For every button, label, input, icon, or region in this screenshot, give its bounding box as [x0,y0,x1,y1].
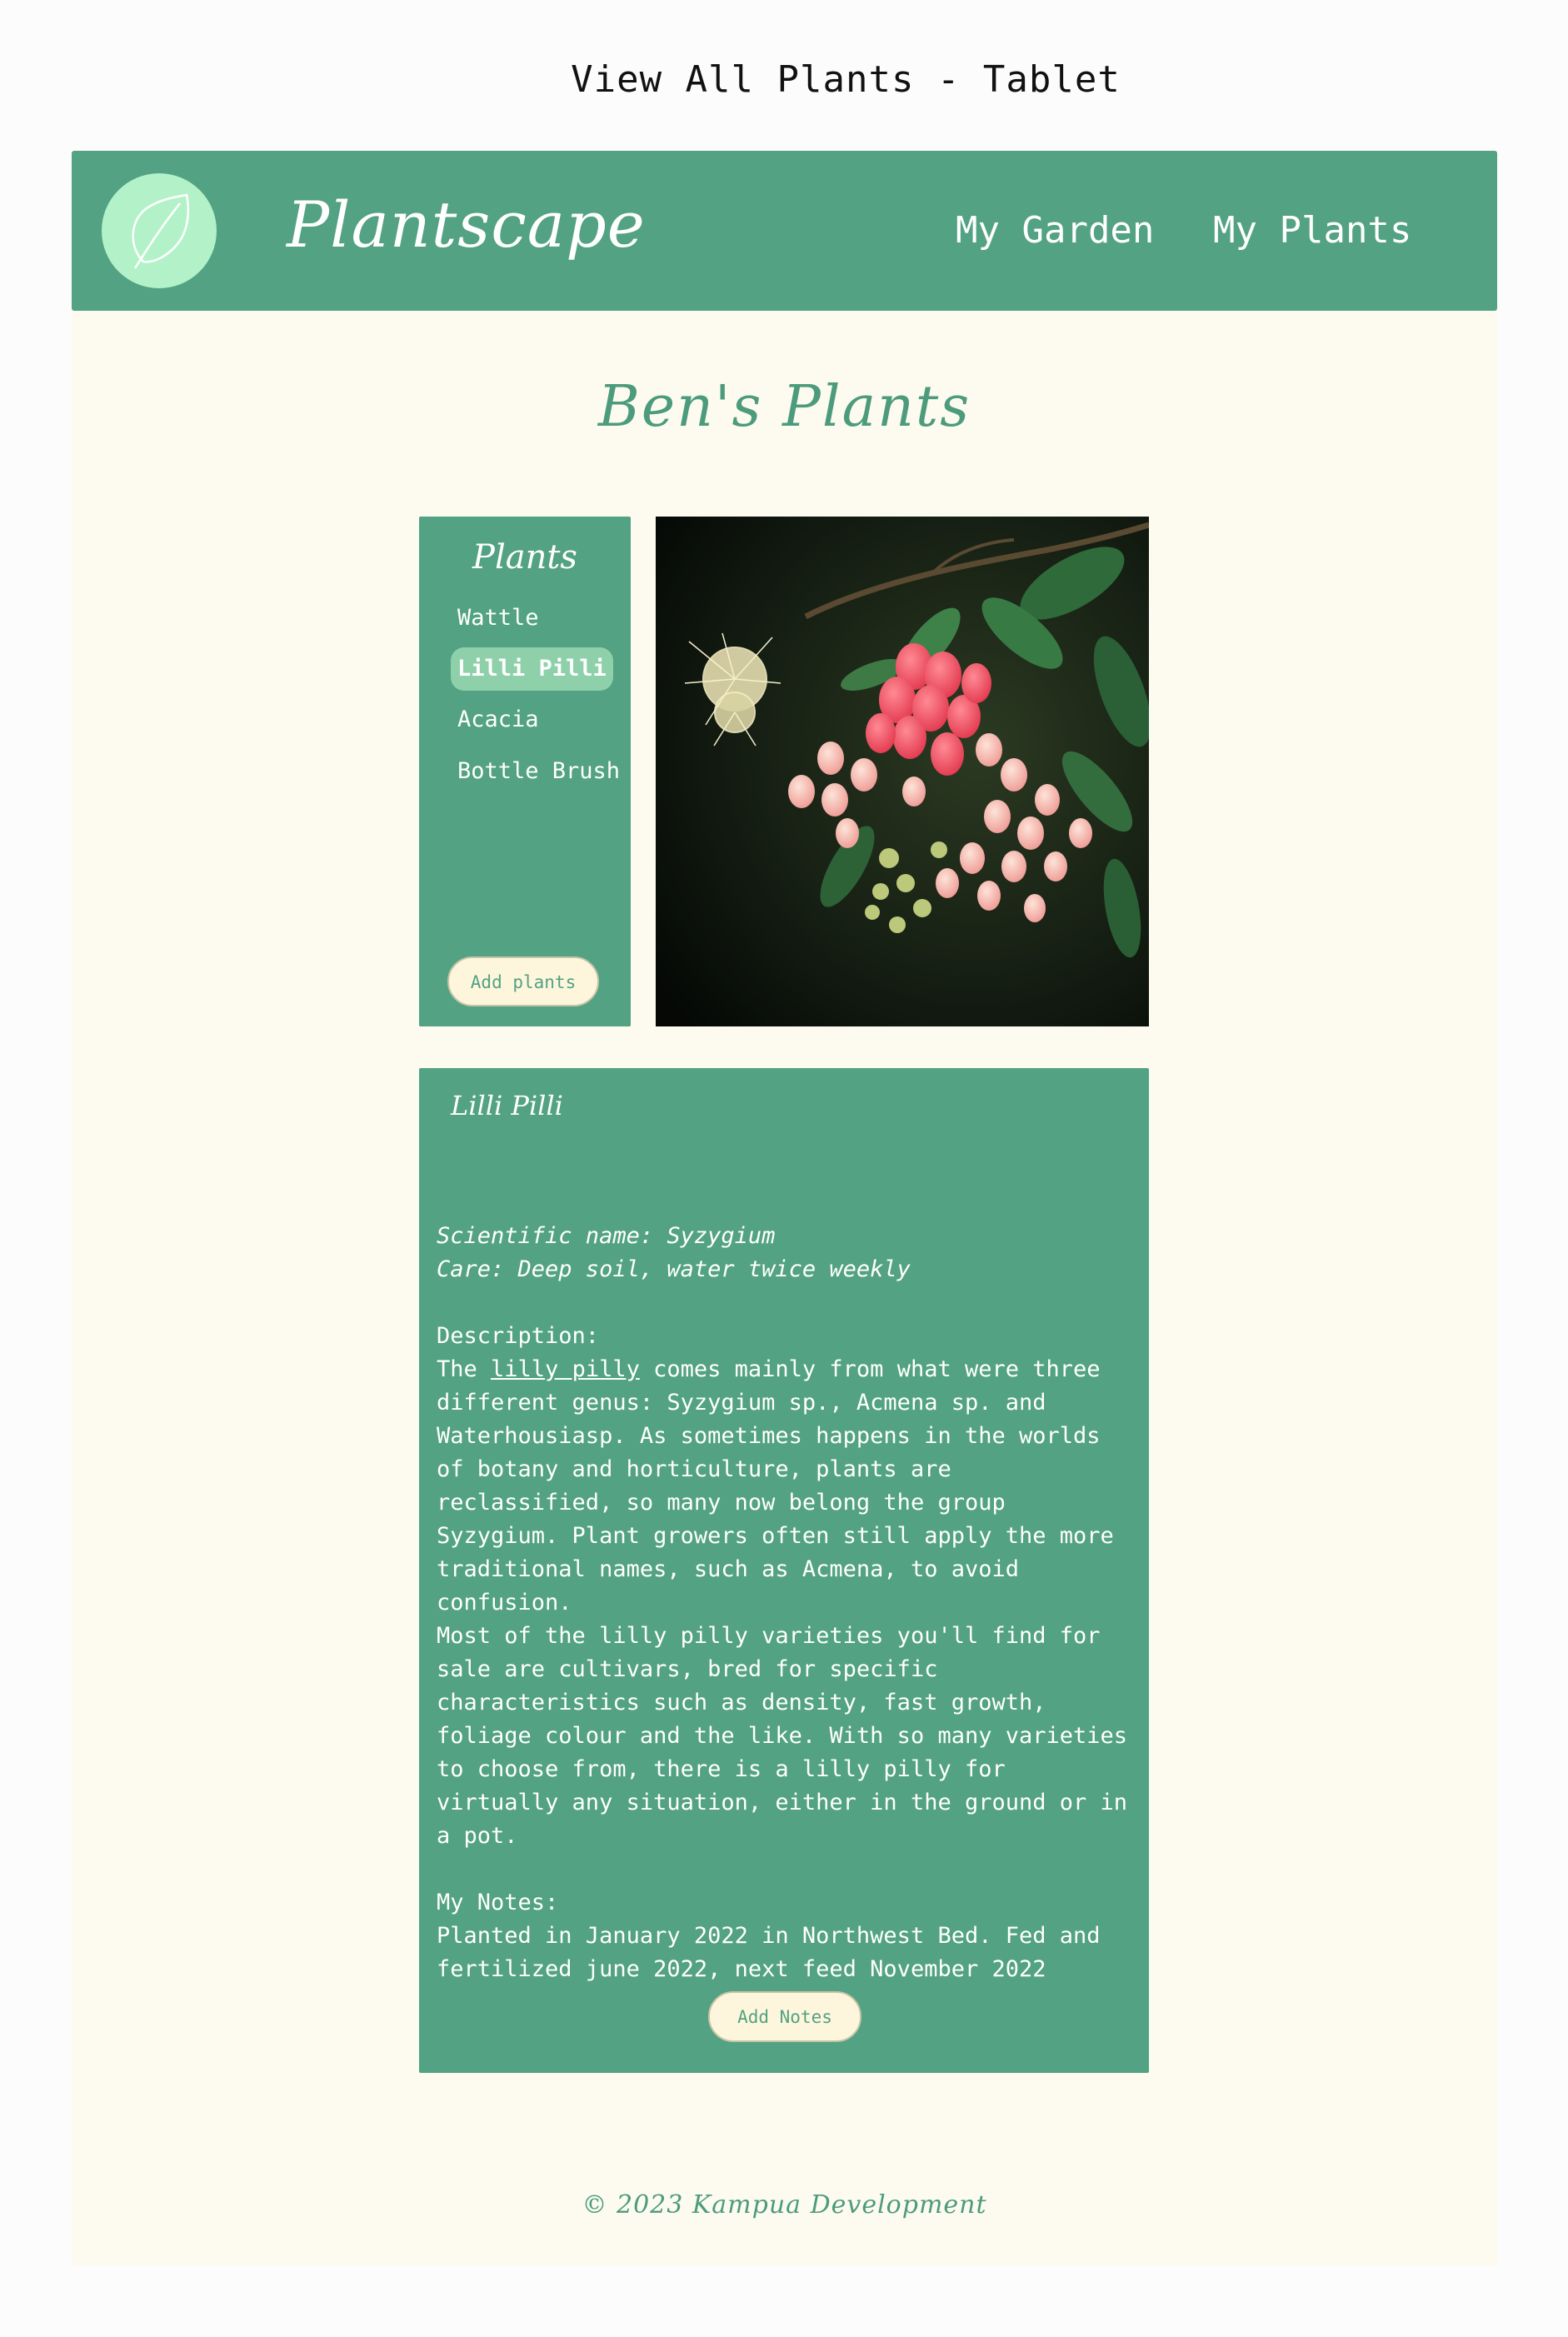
description-paragraph-2: Most of the lilly pilly varieties you'll… [437,1623,1128,1849]
nav-my-garden[interactable]: My Garden [956,209,1154,252]
sidebar-item-bottle-brush[interactable]: Bottle Brush [451,750,627,793]
header: Plantscape My Garden My Plants [72,151,1497,311]
sidebar-item-acacia[interactable]: Acacia [451,698,546,742]
details-body: Scientific name: Syzygium Care: Deep soi… [437,1220,1128,1986]
description-rest: comes mainly from what were three differ… [437,1356,1114,1615]
description-label: Description: [437,1323,600,1349]
plants-sidebar: Plants Wattle Lilli Pilli Acacia Bottle … [419,517,631,1026]
description-text: The lilly pilly comes mainly from what w… [437,1353,1128,1620]
sidebar-item-wattle[interactable]: Wattle [451,597,546,640]
description-prefix: The [437,1356,492,1382]
tablet-frame: Plantscape My Garden My Plants Ben's Pla… [72,151,1497,2266]
notes-label: My Notes: [437,1890,559,1915]
scientific-name: Scientific name: Syzygium [437,1223,776,1249]
nav-my-plants[interactable]: My Plants [1213,209,1411,252]
plant-photo [656,517,1149,1026]
care-info: Care: Deep soil, water twice weekly [437,1256,911,1282]
details-title: Lilli Pilli [451,1090,563,1121]
add-notes-button[interactable]: Add Notes [708,1991,861,2042]
brand-name[interactable]: Plantscape [287,187,646,262]
page-title: Ben's Plants [597,374,971,440]
logo[interactable] [102,173,217,288]
plant-details-card: Lilli Pilli Scientific name: Syzygium Ca… [419,1068,1149,2073]
lilli-pilli-image [656,517,1149,1026]
frame-title: View All Plants - Tablet [571,58,1121,101]
footer-copyright: © 2023 Kampua Development [582,2190,987,2220]
add-plants-button[interactable]: Add plants [447,956,599,1006]
sidebar-item-lilli-pilli[interactable]: Lilli Pilli [451,647,613,691]
sidebar-title: Plants [472,538,577,577]
notes-text: Planted in January 2022 in Northwest Bed… [437,1923,1101,1982]
lilly-pilly-link[interactable]: lilly pilly [491,1356,640,1382]
leaf-icon [132,193,190,269]
